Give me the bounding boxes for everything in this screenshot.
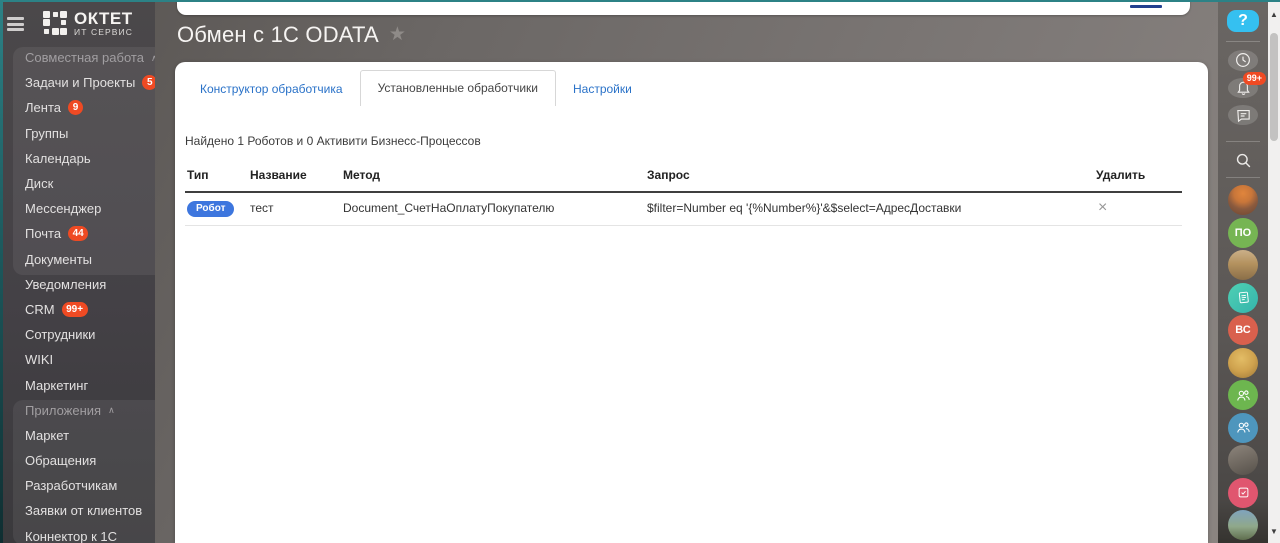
tab-handler-constructor[interactable]: Конструктор обработчика xyxy=(183,73,360,106)
column-header-name: Название xyxy=(248,162,341,193)
sidebar-item-feed[interactable]: Лента 9 xyxy=(3,95,155,120)
sidebar-section-collab[interactable]: Совместная работа ∧ xyxy=(3,45,155,70)
page-title: Обмен с 1С ODATA xyxy=(177,22,379,47)
page-header: Обмен с 1С ODATA ★ xyxy=(177,22,406,48)
page-scrollbar[interactable]: ▲ ▼ xyxy=(1268,2,1280,543)
tab-bar: Конструктор обработчика Установленные об… xyxy=(183,70,1208,106)
scroll-down-arrow[interactable]: ▼ xyxy=(1268,527,1280,536)
worktime-clock-icon[interactable] xyxy=(1228,50,1258,71)
results-summary: Найдено 1 Роботов и 0 Активити Бизнесс-П… xyxy=(185,134,481,148)
messenger-chat-icon[interactable] xyxy=(1228,104,1258,126)
cell-name: тест xyxy=(248,192,341,226)
sidebar-item-crm[interactable]: CRM 99+ xyxy=(3,297,155,322)
sidebar-item-employees[interactable]: Сотрудники xyxy=(3,322,155,347)
user-avatar-initials[interactable]: ПО xyxy=(1228,217,1258,248)
avatar-stack: ПО ВС xyxy=(1228,185,1258,543)
people-icon-avatar[interactable] xyxy=(1228,380,1258,411)
cell-delete: × xyxy=(1094,192,1182,226)
logo-grid-icon xyxy=(43,10,67,37)
logo-text: ОКТЕТ ИТ СЕРВИС xyxy=(74,10,133,37)
sidebar-item-disk[interactable]: Диск xyxy=(3,171,155,196)
divider xyxy=(1226,176,1260,178)
logo-name: ОКТЕТ xyxy=(74,9,133,28)
cell-query: $filter=Number eq '{%Number%}'&$select=А… xyxy=(645,192,1094,226)
favorite-star-icon[interactable]: ★ xyxy=(389,25,406,45)
user-avatar-photo[interactable] xyxy=(1228,510,1258,541)
main-area: Обмен с 1С ODATA ★ Конструктор обработчи… xyxy=(155,0,1218,543)
content-panel: Конструктор обработчика Установленные об… xyxy=(175,62,1208,543)
top-bar-indicator xyxy=(1130,5,1162,8)
right-rail: ? 99+ ПО ВС xyxy=(1218,2,1268,543)
check-square-icon-avatar[interactable] xyxy=(1228,477,1258,508)
cell-type: Робот xyxy=(185,192,248,226)
column-header-query: Запрос xyxy=(645,162,1094,193)
hamburger-menu-icon[interactable] xyxy=(7,17,24,31)
sidebar-item-calendar[interactable]: Календарь xyxy=(3,146,155,171)
sidebar-item-market[interactable]: Маркет xyxy=(3,423,155,448)
left-sidebar: ОКТЕТ ИТ СЕРВИС Совместная работа ∧ Зада… xyxy=(3,2,155,543)
divider xyxy=(1226,40,1260,42)
sidebar-item-notifications[interactable]: Уведомления xyxy=(3,272,155,297)
handlers-table: Тип Название Метод Запрос Удалить Робот … xyxy=(185,162,1182,226)
search-icon[interactable] xyxy=(1228,151,1258,170)
sidebar-item-developers[interactable]: Разработчикам xyxy=(3,473,155,498)
sidebar-item-tasks[interactable]: Задачи и Проекты 5 xyxy=(3,70,155,95)
user-avatar-photo[interactable] xyxy=(1228,185,1258,216)
robot-type-badge: Робот xyxy=(187,200,235,217)
sidebar-item-mail[interactable]: Почта 44 xyxy=(3,221,155,246)
tab-installed-handlers[interactable]: Установленные обработчики xyxy=(359,70,556,106)
chevron-up-icon: ∧ xyxy=(108,405,115,416)
cell-method: Document_СчетНаОплатуПокупателю xyxy=(341,192,645,226)
mail-count-badge: 44 xyxy=(68,226,89,242)
feed-count-badge: 9 xyxy=(67,100,83,116)
window-frame-left xyxy=(0,0,3,543)
user-avatar-photo[interactable] xyxy=(1228,445,1258,476)
sidebar-item-client-requests[interactable]: Заявки от клиентов xyxy=(3,498,155,523)
sidebar-item-messenger[interactable]: Мессенджер xyxy=(3,196,155,221)
sidebar-item-1c-connector[interactable]: Коннектор к 1С xyxy=(3,524,155,543)
tab-settings[interactable]: Настройки xyxy=(556,73,649,106)
divider xyxy=(1226,141,1260,142)
group-avatar-photo[interactable] xyxy=(1228,250,1258,281)
company-logo[interactable]: ОКТЕТ ИТ СЕРВИС xyxy=(43,10,133,37)
notifications-count-badge: 99+ xyxy=(1242,71,1266,85)
table-row: Робот тест Document_СчетНаОплатуПокупате… xyxy=(185,192,1182,226)
notifications-bell-icon[interactable]: 99+ xyxy=(1228,71,1266,98)
logo-tagline: ИТ СЕРВИС xyxy=(74,27,133,37)
sidebar-item-wiki[interactable]: WIKI xyxy=(3,347,155,372)
table-header-row: Тип Название Метод Запрос Удалить xyxy=(185,162,1182,193)
scroll-up-arrow[interactable]: ▲ xyxy=(1268,10,1280,19)
user-avatar-initials[interactable]: ВС xyxy=(1228,315,1258,346)
sidebar-item-documents[interactable]: Документы xyxy=(3,247,155,272)
sidebar-item-marketing[interactable]: Маркетинг xyxy=(3,372,155,397)
help-button[interactable]: ? xyxy=(1227,10,1259,32)
sidebar-section-apps[interactable]: Приложения ∧ xyxy=(3,398,155,423)
column-header-type: Тип xyxy=(185,162,248,193)
tasks-count-badge: 5 xyxy=(142,75,155,91)
crm-count-badge: 99+ xyxy=(61,301,88,317)
window-frame-top xyxy=(0,0,1280,2)
sidebar-item-groups[interactable]: Группы xyxy=(3,121,155,146)
document-icon-avatar[interactable] xyxy=(1228,282,1258,313)
sidebar-menu: Совместная работа ∧ Задачи и Проекты 5 Л… xyxy=(3,45,155,543)
user-avatar-photo[interactable] xyxy=(1228,347,1258,378)
scrollbar-thumb[interactable] xyxy=(1270,33,1278,141)
top-bar xyxy=(177,0,1190,15)
column-header-delete: Удалить xyxy=(1094,162,1182,193)
delete-row-button[interactable]: × xyxy=(1096,200,1109,216)
sidebar-item-requests[interactable]: Обращения xyxy=(3,448,155,473)
column-header-method: Метод xyxy=(341,162,645,193)
people-icon-avatar[interactable] xyxy=(1228,412,1258,443)
